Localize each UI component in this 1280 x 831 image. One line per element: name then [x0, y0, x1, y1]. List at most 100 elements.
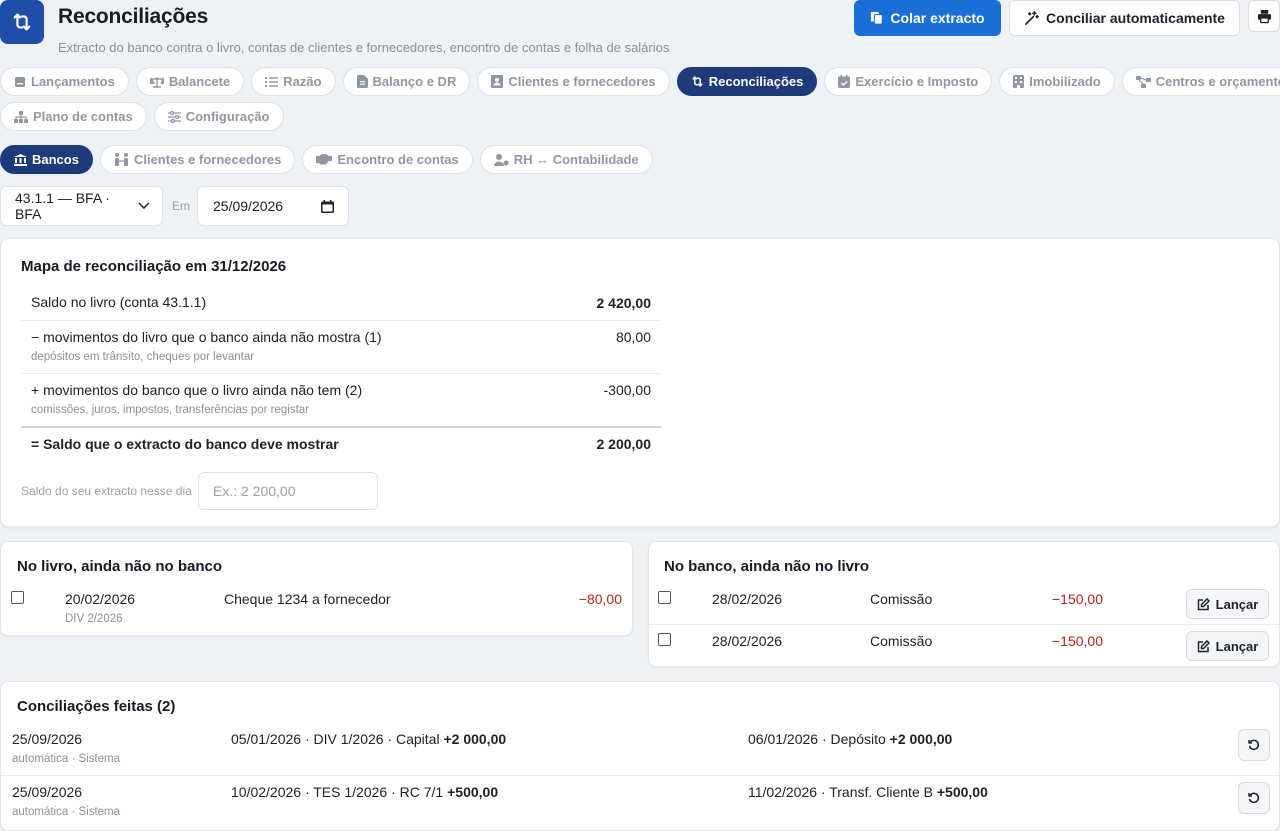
document-icon	[356, 75, 368, 88]
tab-plano-contas[interactable]: Plano de contas	[0, 102, 147, 131]
tab-label: Clientes e fornecedores	[508, 74, 656, 89]
row-doc: DIV 2/2026	[65, 613, 123, 625]
subtab-bancos[interactable]: Bancos	[0, 145, 93, 174]
account-select-value: 43.1.1 — BFA · BFA	[15, 190, 110, 222]
divider	[21, 426, 661, 428]
page-title: Reconciliações	[58, 5, 209, 28]
auto-reconcile-label: Conciliar automaticamente	[1046, 10, 1225, 26]
row-checkbox[interactable]	[658, 633, 671, 646]
post-entry-button[interactable]: Lançar	[1186, 631, 1269, 661]
calendar-check-icon	[838, 75, 851, 88]
tab-razao[interactable]: Razão	[251, 67, 336, 96]
tab-balanco-dr[interactable]: Balanço e DR	[342, 67, 471, 96]
row-checkbox[interactable]	[658, 591, 671, 604]
row-checkbox[interactable]	[11, 591, 24, 604]
reconcile-icon	[692, 76, 703, 87]
tab-clientes-fornecedores[interactable]: Clientes e fornecedores	[477, 67, 670, 96]
tab-label: Imobilizado	[1029, 74, 1101, 89]
post-entry-label: Lançar	[1215, 596, 1259, 612]
tab-balancete[interactable]: Balancete	[135, 67, 245, 96]
date-input-value: 25/09/2026	[213, 198, 284, 214]
paste-statement-button[interactable]: Colar extracto	[854, 0, 1001, 36]
rec-row-label: − movimentos do livro que o banco ainda …	[31, 329, 382, 345]
tab-lancamentos[interactable]: Lançamentos	[0, 67, 129, 96]
row-description: Comissão	[870, 591, 933, 607]
done-row-date: 25/09/2026	[12, 784, 83, 800]
magic-wand-icon	[1025, 10, 1039, 25]
row-amount: −80,00	[578, 591, 622, 607]
post-entry-button[interactable]: Lançar	[1186, 589, 1269, 619]
tab-label: Configuração	[185, 109, 270, 124]
row-date: 28/02/2026	[712, 591, 783, 607]
subtab-clientes-fornecedores[interactable]: Clientes e fornecedores	[99, 145, 296, 174]
divider	[1, 775, 1279, 776]
subtab-encontro-contas[interactable]: Encontro de contas	[302, 145, 473, 174]
done-reconciliations-card	[0, 681, 1280, 831]
sliders-icon	[167, 110, 181, 123]
tab-label: Bancos	[32, 152, 79, 167]
list-icon	[265, 76, 279, 87]
tab-label: Balancete	[168, 74, 231, 89]
divider	[649, 624, 1279, 625]
reconciliation-map-title: Mapa de reconciliação em 31/12/2026	[21, 258, 287, 275]
printer-icon	[1257, 9, 1271, 23]
main-tabs-row-2: Plano de contas Configuração	[0, 102, 284, 131]
undo-reconciliation-button[interactable]	[1238, 782, 1270, 814]
done-row-book: 10/02/2026 · TES 1/2026 · RC 7/1 +500,00	[231, 784, 498, 800]
rec-row-value: 2 420,00	[596, 295, 652, 311]
people-icon	[114, 153, 128, 166]
done-row-bank-amount: +2 000,00	[889, 731, 953, 747]
rec-row-label: Saldo no livro (conta 43.1.1)	[31, 294, 207, 310]
tab-imobilizado[interactable]: Imobilizado	[999, 67, 1115, 96]
page-subtitle: Extracto do banco contra o livro, contas…	[58, 40, 670, 55]
account-select[interactable]: 43.1.1 — BFA · BFA	[0, 186, 163, 226]
book-not-bank-title: No livro, ainda não no banco	[17, 558, 223, 575]
statement-balance-label: Saldo do seu extracto nesse dia	[21, 484, 192, 498]
done-row-bank-text: 06/01/2026 · Depósito	[748, 731, 890, 747]
done-row-bank: 06/01/2026 · Depósito +2 000,00	[748, 731, 952, 747]
post-entry-label: Lançar	[1215, 638, 1259, 654]
tab-label: Lançamentos	[31, 74, 115, 89]
sub-tabs: Bancos Clientes e fornecedores Encontro …	[0, 145, 653, 174]
ledger-icon	[15, 76, 25, 87]
print-button[interactable]	[1248, 0, 1280, 32]
tab-label: RH ↔ Contabilidade	[513, 152, 639, 167]
bank-icon	[14, 153, 27, 166]
tab-label: Exercício e Imposto	[855, 74, 979, 89]
done-row-book-text: 10/02/2026 · TES 1/2026 · RC 7/1	[231, 784, 448, 800]
undo-reconciliation-button[interactable]	[1238, 729, 1270, 761]
hierarchy-icon	[14, 110, 28, 123]
tab-configuracao[interactable]: Configuração	[153, 102, 284, 131]
done-row-date: 25/09/2026	[12, 731, 83, 747]
done-row-book-amount: +500,00	[447, 784, 499, 800]
user-gear-icon	[493, 153, 509, 166]
rec-row-label: = Saldo que o extracto do banco deve mos…	[31, 436, 339, 452]
row-amount: −150,00	[1052, 633, 1103, 649]
scale-icon	[149, 76, 164, 88]
rec-row-label: + movimentos do banco que o livro ainda …	[31, 382, 363, 398]
paste-statement-label: Colar extracto	[890, 10, 985, 26]
done-row-book-text: 05/01/2026 · DIV 1/2026 · Capital	[231, 731, 444, 747]
calendar-icon[interactable]	[321, 199, 334, 213]
done-row-bank: 11/02/2026 · Transf. Cliente B +500,00	[748, 784, 988, 800]
tab-label: Clientes e fornecedores	[133, 152, 282, 167]
chevron-down-icon	[138, 202, 150, 210]
tab-label: Balanço e DR	[372, 74, 457, 89]
undo-icon	[1248, 792, 1260, 804]
auto-reconcile-button[interactable]: Conciliar automaticamente	[1009, 0, 1240, 36]
tab-label: Encontro de contas	[337, 152, 459, 167]
subtab-rh-contabilidade[interactable]: RH ↔ Contabilidade	[479, 145, 653, 174]
done-row-meta: automática · Sistema	[12, 753, 121, 765]
tab-label: Centros e orçamento	[1155, 74, 1280, 89]
rec-row-sub: comissões, juros, impostos, transferênci…	[31, 404, 310, 416]
date-input[interactable]: 25/09/2026	[197, 186, 349, 226]
tab-label: Plano de contas	[33, 109, 133, 124]
tab-centros-orcamento[interactable]: Centros e orçamento	[1121, 67, 1280, 96]
undo-icon	[1248, 739, 1260, 751]
tab-exercicio-imposto[interactable]: Exercício e Imposto	[824, 67, 993, 96]
handshake-icon	[316, 154, 333, 165]
tab-reconciliacoes[interactable]: Reconciliações	[676, 67, 818, 96]
done-row-bank-text: 11/02/2026 · Transf. Cliente B	[748, 784, 937, 800]
statement-balance-input[interactable]	[198, 472, 378, 510]
divider	[21, 320, 661, 321]
